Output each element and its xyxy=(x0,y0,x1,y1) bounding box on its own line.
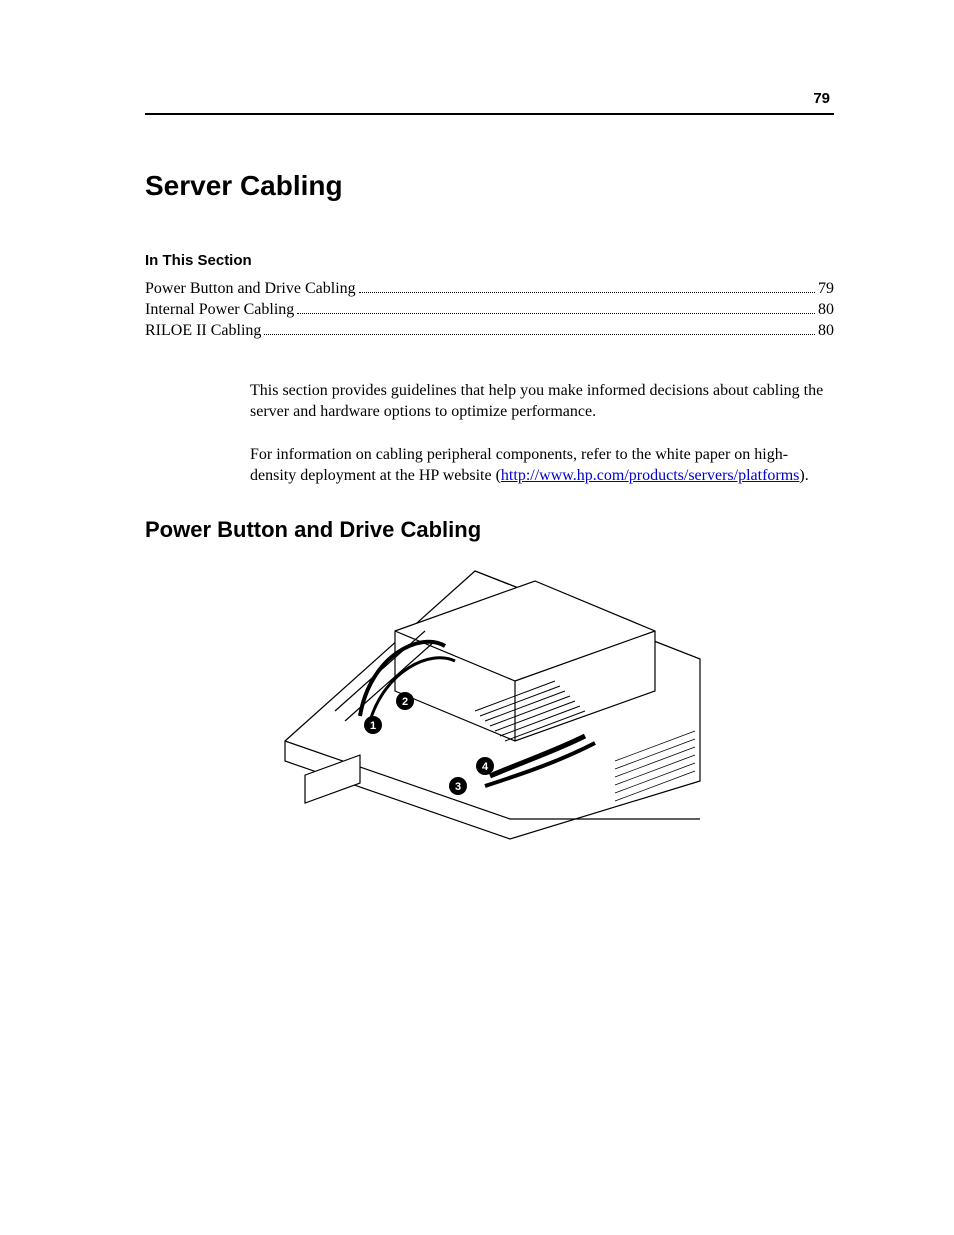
toc-leader-dots xyxy=(264,334,815,335)
callout-label: 3 xyxy=(454,781,460,793)
toc-item-page: 80 xyxy=(818,300,834,321)
callout-1: 1 xyxy=(364,716,382,734)
intro-paragraph-2: For information on cabling peripheral co… xyxy=(250,445,834,487)
toc-leader-dots xyxy=(297,313,815,314)
table-of-contents: Power Button and Drive Cabling 79 Intern… xyxy=(145,279,834,341)
header-divider xyxy=(145,113,834,115)
toc-item-page: 79 xyxy=(818,279,834,300)
callout-3: 3 xyxy=(449,777,467,795)
in-this-section-label: In This Section xyxy=(145,252,834,269)
server-cabling-diagram: 1 2 3 4 xyxy=(145,561,834,841)
toc-item-label: Internal Power Cabling xyxy=(145,300,294,321)
toc-row[interactable]: Power Button and Drive Cabling 79 xyxy=(145,279,834,300)
page-container: 79 Server Cabling In This Section Power … xyxy=(0,0,954,901)
toc-item-label: Power Button and Drive Cabling xyxy=(145,279,356,300)
subheading-power-button-drive-cabling: Power Button and Drive Cabling xyxy=(145,517,834,543)
callout-2: 2 xyxy=(396,692,414,710)
page-title: Server Cabling xyxy=(145,170,834,202)
intro-paragraph-1: This section provides guidelines that he… xyxy=(250,381,834,423)
toc-row[interactable]: Internal Power Cabling 80 xyxy=(145,300,834,321)
hp-website-link[interactable]: http://www.hp.com/products/servers/platf… xyxy=(501,467,799,484)
toc-item-page: 80 xyxy=(818,321,834,342)
callout-4: 4 xyxy=(476,757,494,775)
page-number: 79 xyxy=(145,90,834,107)
toc-item-label: RILOE II Cabling xyxy=(145,321,261,342)
toc-row[interactable]: RILOE II Cabling 80 xyxy=(145,321,834,342)
callout-label: 2 xyxy=(401,696,407,708)
callout-label: 4 xyxy=(481,761,488,773)
callout-label: 1 xyxy=(369,720,375,732)
paragraph-text: ). xyxy=(799,467,808,484)
toc-leader-dots xyxy=(359,292,815,293)
